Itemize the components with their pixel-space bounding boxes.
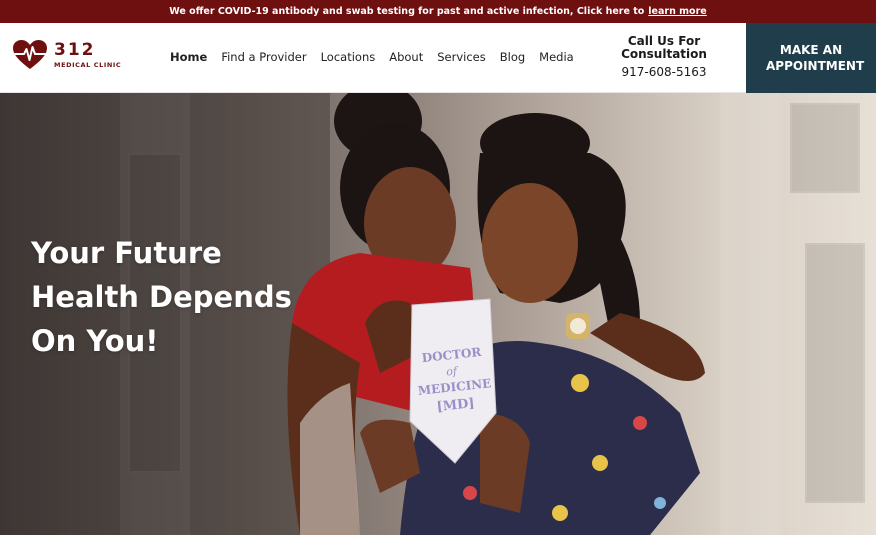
main-nav: Home Find a Provider Locations About Ser…: [170, 50, 574, 64]
site-header: 312 MEDICAL CLINIC Home Find a Provider …: [0, 23, 876, 93]
logo-subtitle: MEDICAL CLINIC: [54, 60, 122, 69]
heart-pulse-icon: [13, 40, 47, 69]
call-title: Call Us For Consultation: [621, 34, 707, 62]
learn-more-link[interactable]: learn more: [648, 6, 706, 17]
nav-item-locations[interactable]: Locations: [321, 50, 376, 64]
logo[interactable]: 312 MEDICAL CLINIC: [12, 39, 121, 71]
hero-section: DOCTOR of MEDICINE [MD] Your Future Heal…: [0, 93, 876, 535]
announcement-text: We offer COVID-19 antibody and swab test…: [169, 6, 645, 17]
appointment-label: MAKE AN APPOINTMENT: [766, 42, 865, 73]
logo-number: 312: [54, 39, 96, 60]
nav-item-services[interactable]: Services: [437, 50, 486, 64]
nav-item-home[interactable]: Home: [170, 50, 207, 64]
nav-item-blog[interactable]: Blog: [500, 50, 525, 64]
nav-item-media[interactable]: Media: [539, 50, 574, 64]
phone-number[interactable]: 917-608-5163: [612, 65, 716, 79]
nav-item-about[interactable]: About: [389, 50, 423, 64]
make-appointment-button[interactable]: MAKE AN APPOINTMENT: [746, 23, 876, 93]
call-block[interactable]: Call Us For Consultation 917-608-5163: [612, 34, 716, 79]
hero-headline: Your Future Health Depends On You!: [31, 236, 292, 358]
announcement-bar[interactable]: We offer COVID-19 antibody and swab test…: [0, 0, 876, 23]
nav-item-find-a-provider[interactable]: Find a Provider: [221, 50, 306, 64]
